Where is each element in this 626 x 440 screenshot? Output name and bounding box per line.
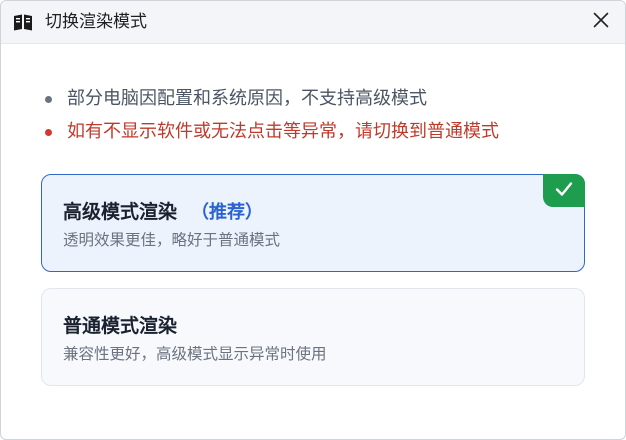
notice-text: 如有不显示软件或无法点击等异常，请切换到普通模式 (67, 121, 499, 142)
recommended-tag: （推荐） (191, 202, 264, 223)
option-advanced-render[interactable]: 高级模式渲染 （推荐） 透明效果更佳，略好于普通模式 (41, 174, 585, 272)
bullet-dot (45, 96, 52, 103)
render-mode-dialog: 切换渲染模式 部分电脑因配置和系统原因，不支持高级模式 如有不显示软件或无法点击… (0, 0, 626, 440)
notice-item-warning: 如有不显示软件或无法点击等异常，请切换到普通模式 (45, 120, 499, 153)
option-normal-render[interactable]: 普通模式渲染 兼容性更好，高级模式显示异常时使用 (41, 288, 585, 386)
notice-list: 部分电脑因配置和系统原因，不支持高级模式 如有不显示软件或无法点击等异常，请切换… (45, 87, 499, 153)
notice-text: 部分电脑因配置和系统原因，不支持高级模式 (67, 88, 427, 109)
option-title: 普通模式渲染 (63, 315, 178, 337)
book-icon (13, 12, 33, 32)
checkmark-icon (555, 181, 573, 201)
window-title: 切换渲染模式 (45, 12, 147, 32)
bullet-dot (45, 129, 52, 136)
option-title-wrap: 高级模式渲染 （推荐） (63, 199, 263, 226)
close-button[interactable] (577, 1, 625, 43)
option-description: 透明效果更佳，略好于普通模式 (63, 231, 281, 249)
notice-item: 部分电脑因配置和系统原因，不支持高级模式 (45, 87, 499, 120)
selected-badge (543, 174, 585, 207)
option-description: 兼容性更好，高级模式显示异常时使用 (63, 345, 327, 363)
close-icon (593, 12, 609, 32)
title-bar: 切换渲染模式 (1, 1, 625, 44)
option-title: 高级模式渲染 (63, 201, 178, 223)
